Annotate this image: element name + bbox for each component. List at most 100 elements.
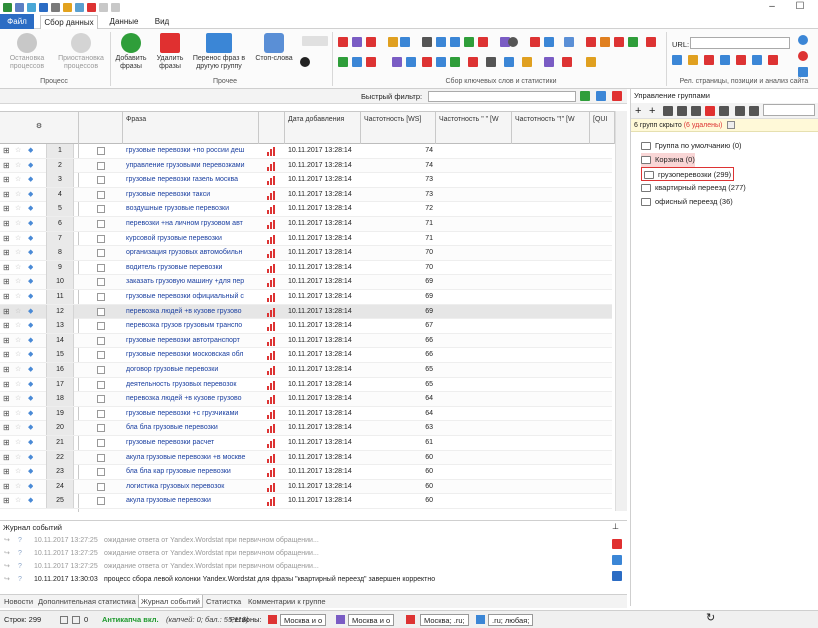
new-file-icon[interactable] bbox=[15, 2, 24, 12]
google-icon[interactable] bbox=[388, 37, 398, 47]
column-header-freq-ws[interactable]: Частотность [WS] bbox=[361, 112, 436, 144]
chart-icon[interactable] bbox=[267, 190, 275, 200]
chart-icon[interactable] bbox=[267, 395, 275, 405]
tab-view[interactable]: Вид bbox=[148, 15, 176, 29]
table-row[interactable]: ⊞ ☆ ◆ 11 грузовые перевозки официальный с 10.… bbox=[0, 290, 612, 305]
stop-process-button[interactable]: Остановка процессов bbox=[4, 33, 50, 71]
row-checkbox[interactable] bbox=[97, 176, 105, 185]
google-icon[interactable] bbox=[752, 55, 762, 65]
bottom-tab[interactable]: Дополнительная статистика bbox=[36, 595, 138, 608]
phrase-cell[interactable]: грузовые перевозки газель москва bbox=[126, 173, 258, 187]
expand-icon[interactable]: ⊞ bbox=[3, 290, 10, 304]
record-icon[interactable] bbox=[798, 51, 808, 61]
link-icon[interactable] bbox=[302, 36, 328, 46]
delete-group-icon[interactable] bbox=[705, 106, 715, 116]
group-item[interactable]: Группа по умолчанию (0) bbox=[641, 139, 742, 153]
expand-icon[interactable]: ⊞ bbox=[3, 202, 10, 216]
cut-icon[interactable] bbox=[87, 2, 96, 12]
region-google[interactable]: .ru; любая; bbox=[488, 614, 534, 626]
contrast-icon[interactable] bbox=[300, 57, 310, 67]
group-item[interactable]: Корзина (0) bbox=[641, 153, 695, 167]
log-more-icon[interactable] bbox=[612, 571, 622, 581]
bottom-tab[interactable]: Статистка bbox=[204, 595, 243, 608]
chart-icon[interactable] bbox=[267, 263, 275, 273]
column-header-qui[interactable]: [QUI bbox=[590, 112, 615, 144]
phrase-cell[interactable]: грузовые перевозки автотранспорт bbox=[126, 334, 258, 348]
star-icon[interactable]: ☆ bbox=[15, 159, 21, 173]
maximize-icon[interactable]: ☐ bbox=[786, 0, 814, 14]
yandex-icon[interactable] bbox=[530, 37, 540, 47]
row-checkbox[interactable] bbox=[97, 234, 105, 243]
row-checkbox[interactable] bbox=[97, 161, 105, 170]
clear-log-icon[interactable] bbox=[612, 539, 622, 549]
table-row[interactable]: ⊞ ☆ ◆ 21 грузовые перевозки расчет 10.11.2017… bbox=[0, 436, 612, 451]
table-icon[interactable] bbox=[366, 57, 376, 67]
phrase-cell[interactable]: перевозка людей +в кузове грузово bbox=[126, 305, 258, 319]
shield-icon[interactable]: ◆ bbox=[28, 436, 33, 450]
chart-icon[interactable] bbox=[267, 424, 275, 434]
row-checkbox[interactable] bbox=[97, 482, 105, 491]
box-icon[interactable] bbox=[586, 57, 596, 67]
bottom-tab[interactable]: Журнал событий bbox=[138, 595, 203, 608]
star-icon[interactable]: ☆ bbox=[15, 421, 21, 435]
sort-icon[interactable] bbox=[688, 55, 698, 65]
star-icon[interactable]: ☆ bbox=[15, 261, 21, 275]
table-row[interactable]: ⊞ ☆ ◆ 24 логистика грузовых перевозок 10.11.2… bbox=[0, 479, 612, 495]
list-icon[interactable] bbox=[749, 106, 759, 116]
table-row[interactable]: ⊞ ☆ ◆ 14 грузовые перевозки автотранспорт 10.… bbox=[0, 333, 612, 349]
table-row[interactable]: ⊞ ☆ ◆ 23 бла бла кар грузовые перевозки 10.11… bbox=[0, 465, 612, 480]
shield-icon[interactable]: ◆ bbox=[28, 378, 33, 392]
map-icon[interactable] bbox=[486, 57, 496, 67]
row-checkbox[interactable] bbox=[97, 293, 105, 301]
column-settings-icon[interactable]: ⚙ bbox=[0, 112, 79, 144]
shield-icon[interactable]: ◆ bbox=[28, 173, 33, 187]
phrase-cell[interactable]: акула грузовые перевозки +в москве bbox=[126, 451, 258, 465]
vk-icon[interactable] bbox=[436, 37, 446, 47]
hand-red-icon[interactable] bbox=[614, 37, 624, 47]
table-row[interactable]: ⊞ ☆ ◆ 20 бла бла грузовые перевозки 10.11.201… bbox=[0, 421, 612, 436]
wordstat-right-icon[interactable] bbox=[352, 37, 362, 47]
chart-icon[interactable] bbox=[267, 205, 275, 215]
star-icon[interactable]: ☆ bbox=[15, 232, 21, 246]
stop-words-button[interactable]: Стоп-слова bbox=[252, 33, 296, 63]
select-all-checkbox[interactable] bbox=[79, 112, 123, 144]
chart-icon[interactable] bbox=[267, 453, 275, 463]
table-scrollbar[interactable] bbox=[615, 111, 627, 511]
phrase-cell[interactable]: грузовые перевозки расчет bbox=[126, 436, 258, 450]
group-item[interactable]: грузоперевозки (299) bbox=[641, 167, 735, 181]
star-icon[interactable]: ☆ bbox=[15, 217, 21, 231]
group-item[interactable]: офисный переезд (36) bbox=[641, 195, 733, 209]
star-icon[interactable]: ☆ bbox=[15, 319, 21, 333]
red-icon[interactable] bbox=[768, 55, 778, 65]
star-icon[interactable]: ☆ bbox=[15, 378, 21, 392]
phrase-cell[interactable]: грузовые перевозки +с грузчиками bbox=[126, 407, 258, 421]
expand-icon[interactable]: ⊞ bbox=[3, 378, 10, 392]
row-checkbox[interactable] bbox=[97, 263, 105, 272]
chart-icon[interactable] bbox=[267, 482, 275, 492]
column-header-date[interactable]: Дата добавления bbox=[285, 112, 361, 144]
chart-icon[interactable] bbox=[267, 497, 275, 507]
sort-asc-icon[interactable] bbox=[663, 106, 673, 116]
phrase-cell[interactable]: водитель грузовые перевозки bbox=[126, 261, 258, 275]
trend-icon[interactable] bbox=[422, 57, 432, 67]
table-row[interactable]: ⊞ ☆ ◆ 25 акула грузовые перевозки 10.11.2017 … bbox=[0, 494, 612, 509]
star-icon[interactable]: ☆ bbox=[15, 305, 21, 319]
row-checkbox[interactable] bbox=[97, 453, 105, 462]
yandex-icon[interactable] bbox=[704, 55, 714, 65]
expand-icon[interactable]: ⊞ bbox=[3, 246, 10, 260]
table-row[interactable]: ⊞ ☆ ◆ 15 грузовые перевозки московская обл 10… bbox=[0, 348, 612, 363]
anticaptcha-status[interactable]: Антикапча вкл. bbox=[102, 614, 159, 626]
filter-options-icon[interactable] bbox=[596, 91, 606, 101]
expand-icon[interactable]: ⊞ bbox=[3, 173, 10, 187]
chart-icon[interactable] bbox=[267, 322, 275, 332]
grid-icon[interactable] bbox=[406, 57, 416, 67]
column-header-phrase[interactable]: Фраза bbox=[123, 112, 259, 144]
region-direct[interactable]: Москва и о bbox=[348, 614, 395, 626]
shield-icon[interactable]: ◆ bbox=[28, 202, 33, 216]
chart-icon[interactable] bbox=[267, 468, 275, 478]
shield-icon[interactable]: ◆ bbox=[28, 144, 33, 158]
shield-icon[interactable]: ◆ bbox=[28, 392, 33, 406]
expand-icon[interactable]: ⊞ bbox=[3, 144, 10, 158]
expand-icon[interactable]: ⊞ bbox=[3, 261, 10, 275]
table-row[interactable]: ⊞ ☆ ◆ 17 деятельность грузовых перевозок 10.1… bbox=[0, 377, 612, 393]
